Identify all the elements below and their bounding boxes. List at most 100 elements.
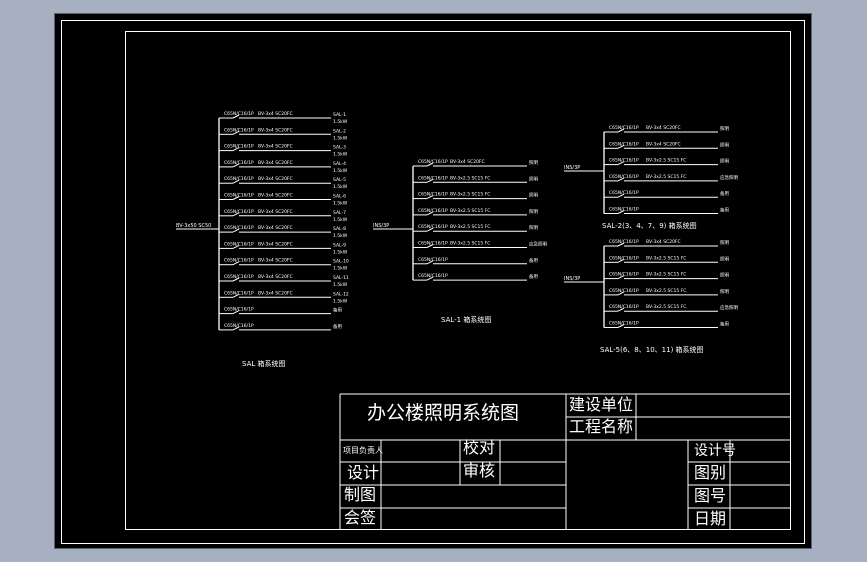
middle-load-label: 照明 (529, 176, 538, 182)
right_bottom-cable-label: BV-3x4 SC20FC (646, 239, 681, 245)
left-cable-label: BV-3x4 SC20FC (258, 290, 293, 296)
left-circuit-tag: SAL-8 (333, 226, 346, 232)
left-breaker-label: C65N/C16/1P (224, 209, 254, 215)
left-breaker-label: C65N/C16/1P (224, 290, 254, 296)
left-load-label: 1.5kW (333, 298, 348, 304)
left-circuit-tag: SAL-10 (333, 259, 349, 265)
left-circuit-tag: SAL-6 (333, 194, 346, 200)
left-cable-label: BV-3x4 SC20FC (258, 144, 293, 150)
left-cable-label: BV-3x4 SC20FC (258, 225, 293, 231)
right_bottom-breaker-label: C65N/C16/1P (609, 288, 639, 294)
right_top-breaker-label: C65N/C16/1P (609, 141, 639, 147)
right_bottom-breaker-label: C65N/C16/1P (609, 239, 639, 245)
left-load-label: 1.5kW (333, 233, 348, 239)
middle-breaker-label: C65N/C16/1P (418, 273, 448, 279)
left-circuit-tag: SAL-1 (333, 112, 346, 118)
right_top-caption: SAL-2(3、4、7、9) 箱系统图 (602, 221, 697, 230)
middle-load-label: 备用 (529, 273, 538, 280)
middle-load-label: 照明 (529, 209, 538, 215)
middle-load-label: 照明 (529, 160, 538, 166)
right_bottom-load-label: 照明 (720, 256, 729, 262)
left-circuit-tag: SAL-3 (333, 145, 346, 151)
right_top-breaker-label: C65N/C16/1P (609, 207, 639, 213)
middle-cable-label: BV-3x2.5 SC15 FC (450, 224, 490, 230)
left-breaker-label: C65N/C16/1P (224, 127, 254, 133)
left-incoming-label: BV-3x50 SC50 (176, 223, 211, 229)
right_bottom-load-label: 照明 (720, 289, 729, 295)
left-breaker-label: C65N/C16/1P (224, 307, 254, 313)
left-cable-label: BV-3x4 SC20FC (258, 111, 293, 117)
right_bottom-cable-label: BV-3x2.5 SC15 FC (646, 304, 686, 310)
date-label: 日期 (694, 509, 727, 528)
middle-caption: SAL-1 箱系统图 (441, 315, 491, 324)
middle-breaker-label: C65N/C16/1P (418, 241, 448, 247)
right_bottom-cable-label: BV-3x2.5 SC15 FC (646, 272, 686, 278)
left-load-label: 1.5kW (333, 135, 348, 141)
middle-breaker-label: C65N/C16/1P (418, 208, 448, 214)
middle-cable-label: BV-3x2.5 SC15 FC (450, 241, 490, 247)
right_top-load-label: 照明 (720, 142, 729, 148)
left-load-label: 1.5kW (333, 266, 348, 272)
right_bottom-breaker-label: C65N/C16/1P (609, 304, 639, 310)
right_bottom-breaker-label: C65N/C16/1P (609, 255, 639, 261)
right_bottom-load-label: 备用 (720, 321, 729, 328)
middle-cable-label: BV-3x2.5 SC15 FC (450, 208, 490, 214)
left-circuit-tag: SAL-5 (333, 177, 346, 183)
left-breaker-label: C65N/C16/1P (224, 241, 254, 247)
left-circuit-tag: SAL-11 (333, 275, 349, 281)
left-circuit-tag: SAL-2 (333, 128, 346, 134)
countersign-label: 会签 (344, 508, 377, 527)
right_top-load-label: 备用 (720, 190, 729, 197)
right_top-cable-label: BV-3x2.5 SC15 FC (646, 174, 686, 180)
middle-cable-label: BV-3x2.5 SC15 FC (450, 192, 490, 198)
left-cable-label: BV-3x4 SC20FC (258, 258, 293, 264)
construction-unit-label: 建设单位 (569, 395, 634, 414)
right_bottom-cable-label: BV-3x2.5 SC15 FC (646, 255, 686, 261)
right_bottom-breaker-label: C65N/C16/1P (609, 321, 639, 327)
middle-load-label: 应急照明 (529, 241, 547, 248)
wiring-diagrams: BV-3x50 SC50 C65N/C16/1P BV-3x4 SC20FC SAL-… (176, 111, 791, 530)
right_top-breaker-label: C65N/C16/1P (609, 158, 639, 164)
left-cable-label: BV-3x4 SC20FC (258, 127, 293, 133)
right_bottom-incoming-label: INS/3P (564, 276, 580, 282)
middle-load-label: 照明 (529, 193, 538, 199)
drawing-category-label: 图别 (694, 463, 727, 482)
middle-cable-label: BV-3x2.5 SC15 FC (450, 175, 490, 181)
draw-label: 制图 (344, 485, 377, 504)
right_bottom-load-label: 照明 (720, 273, 729, 279)
middle-breaker-label: C65N/C16/1P (418, 192, 448, 198)
middle-breaker-label: C65N/C16/1P (418, 175, 448, 181)
left-breaker-label: C65N/C16/1P (224, 144, 254, 150)
right_top-breaker-label: C65N/C16/1P (609, 174, 639, 180)
project-lead-label: 项目负责人 (343, 446, 383, 455)
project-name-label: 工程名称 (569, 417, 634, 436)
left-circuit-tag: 备用 (333, 323, 342, 330)
right_top-load-label: 应急照明 (720, 174, 738, 181)
left-load-label: 1.5kW (333, 249, 348, 255)
right_bottom-cable-label: BV-3x2.5 SC15 FC (646, 288, 686, 294)
left-breaker-label: C65N/C16/1P (224, 111, 254, 117)
left-cable-label: BV-3x4 SC20FC (258, 274, 293, 280)
left-cable-label: BV-3x4 SC20FC (258, 209, 293, 215)
left-circuit-tag: 备用 (333, 307, 342, 314)
right_bottom-caption: SAL-5(6、8、10、11) 箱系统图 (600, 345, 704, 354)
left-breaker-label: C65N/C16/1P (224, 274, 254, 280)
right_bottom-breaker-label: C65N/C16/1P (609, 272, 639, 278)
right_top-incoming-label: INS/3P (564, 165, 580, 171)
left-load-label: 1.5kW (333, 168, 348, 174)
left-caption: SAL 箱系统图 (242, 359, 286, 368)
left-breaker-label: C65N/C16/1P (224, 258, 254, 264)
left-cable-label: BV-3x4 SC20FC (258, 241, 293, 247)
middle-load-label: 照明 (529, 225, 538, 231)
right_top-breaker-label: C65N/C16/1P (609, 190, 639, 196)
middle-cable-label: BV-3x4 SC20FC (450, 159, 485, 165)
right_bottom-load-label: 应急照明 (720, 304, 738, 311)
drawing-title: 办公楼照明系统图 (367, 402, 520, 424)
left-cable-label: BV-3x4 SC20FC (258, 193, 293, 199)
design-number-label: 设计号 (694, 443, 736, 459)
left-cable-label: BV-3x4 SC20FC (258, 176, 293, 182)
left-circuit-tag: SAL-9 (333, 242, 346, 248)
right_top-load-label: 照明 (720, 126, 729, 132)
left-circuit-tag: SAL-7 (333, 210, 346, 216)
left-breaker-label: C65N/C16/1P (224, 160, 254, 166)
